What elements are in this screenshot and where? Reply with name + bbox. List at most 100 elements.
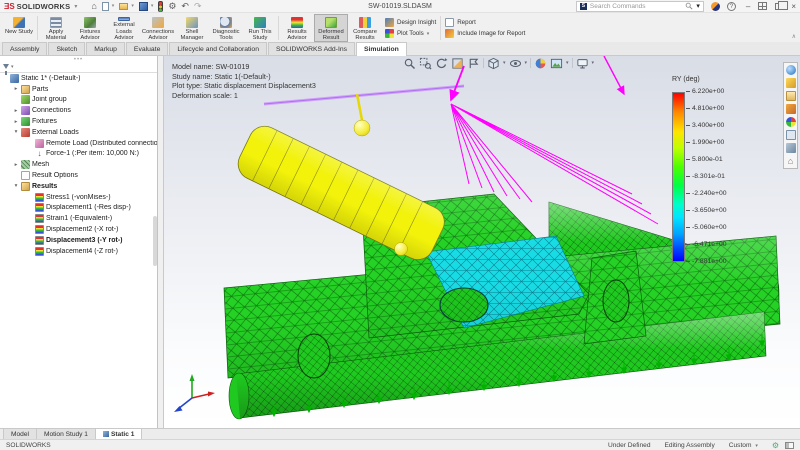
dropdown-icon[interactable]: ▾ <box>427 31 430 37</box>
panel-grip[interactable]: ••• <box>74 57 83 63</box>
tab-evaluate[interactable]: Evaluate <box>126 42 168 55</box>
tree-item-joint-group[interactable]: Joint group <box>0 95 157 106</box>
plot-tools-button[interactable]: Plot Tools ▾ <box>385 29 436 38</box>
home-icon[interactable]: ⌂ <box>91 2 96 11</box>
tree-item-results[interactable]: ▾ Results <box>0 181 157 192</box>
open-document-icon[interactable] <box>119 3 128 10</box>
expand-arrow[interactable]: ▸ <box>13 119 19 125</box>
expand-arrow[interactable]: ▾ <box>13 129 19 135</box>
simulation-study-icon <box>103 431 109 437</box>
tab-static-1[interactable]: Static 1 <box>96 429 142 439</box>
legend-value: 4.810e+00 <box>692 105 724 112</box>
tree-item-force[interactable]: ↓ Force-1 (:Per item: 10,000 N:) <box>0 149 157 160</box>
tree-item-study[interactable]: Static 1* (-Default-) <box>0 73 157 84</box>
tab-simulation[interactable]: Simulation <box>356 42 407 56</box>
tab-sketch[interactable]: Sketch <box>48 42 85 55</box>
tab-markup[interactable]: Markup <box>86 42 125 55</box>
fixtures-advisor-icon <box>84 17 96 28</box>
expand-arrow[interactable]: ▸ <box>13 86 19 92</box>
tree-item-mesh[interactable]: ▸ Mesh <box>0 159 157 170</box>
new-study-button[interactable]: New Study <box>2 14 36 42</box>
joint-group-icon <box>21 95 30 104</box>
redo-icon[interactable]: ↷ <box>194 2 202 11</box>
search-box[interactable]: S ▾ <box>576 1 704 12</box>
ribbon-collapse-icon[interactable]: ∧ <box>792 33 796 40</box>
options-gear-icon[interactable]: ⚙ <box>168 2 176 11</box>
tree-item-displacement2[interactable]: Displacement2 (-X rot-) <box>0 224 157 235</box>
tab-lifecycle-collaboration[interactable]: Lifecycle and Collaboration <box>169 42 267 55</box>
tree-item-displacement1[interactable]: Displacement1 (-Res disp-) <box>0 203 157 214</box>
run-this-study-button[interactable]: Run This Study <box>243 14 277 42</box>
graphics-viewport[interactable]: Model name: SW-01019 Study name: Static … <box>164 56 800 428</box>
tab-assembly[interactable]: Assembly <box>2 42 47 55</box>
tree-item-parts[interactable]: ▸ Parts <box>0 84 157 95</box>
search-dropdown-icon[interactable]: ▾ <box>696 2 700 10</box>
filter-icon[interactable] <box>3 64 9 69</box>
tree-item-remote-load[interactable]: Remote Load (Distributed connection)-1 (… <box>0 138 157 149</box>
view-palette-icon[interactable] <box>786 104 796 114</box>
minimize-button[interactable]: – <box>746 2 750 11</box>
tree-item-external-loads[interactable]: ▾ External Loads <box>0 127 157 138</box>
apply-material-button[interactable]: Apply Material <box>39 14 73 42</box>
simulation-ribbon: New Study Apply Material Fixtures Adviso… <box>0 13 800 42</box>
menu-expand-icon[interactable]: ▾ <box>74 3 77 10</box>
settings-icon[interactable]: ⚙ <box>772 441 779 450</box>
tree-item-result-options[interactable]: Result Options <box>0 170 157 181</box>
solidworks-resources-icon[interactable] <box>786 65 796 75</box>
results-advisor-button[interactable]: Results Advisor <box>280 14 314 42</box>
unit-system-selector[interactable]: Custom ▾ <box>729 442 758 449</box>
design-library-icon[interactable] <box>786 78 796 88</box>
expand-arrow[interactable]: ▸ <box>13 162 19 168</box>
deformed-result-button[interactable]: Deformed Result <box>314 14 348 42</box>
pack-and-go-icon[interactable] <box>786 143 796 153</box>
external-loads-advisor-icon <box>118 17 130 21</box>
shell-manager-button[interactable]: Shell Manager <box>175 14 209 42</box>
search-icon[interactable] <box>685 2 693 10</box>
results-folder-icon <box>21 182 30 191</box>
dropdown-icon[interactable]: ▾ <box>755 443 758 449</box>
include-image-for-report-button[interactable]: Include Image for Report <box>445 29 525 38</box>
connections-advisor-button[interactable]: Connections Advisor <box>141 14 175 42</box>
filter-dropdown-icon[interactable]: ▾ <box>11 64 14 70</box>
restore-window-button[interactable] <box>775 3 783 10</box>
compare-results-button[interactable]: Compare Results <box>348 14 382 42</box>
expand-arrow[interactable]: ▾ <box>13 183 19 189</box>
tree-item-connections[interactable]: ▸ Connections <box>0 105 157 116</box>
custom-properties-icon[interactable] <box>786 130 796 140</box>
status-left-text: SOLIDWORKS <box>6 442 51 449</box>
appearances-scenes-icon[interactable] <box>786 117 796 127</box>
home-icon[interactable]: ⌂ <box>786 156 796 166</box>
undo-icon[interactable]: ↶ <box>181 2 189 11</box>
force-icon: ↓ <box>35 149 44 158</box>
tree-item-displacement3[interactable]: Displacement3 (-Y rot-) <box>0 235 157 246</box>
report-button[interactable]: Report <box>445 18 525 27</box>
tab-solidworks-add-ins[interactable]: SOLIDWORKS Add-Ins <box>268 42 355 55</box>
help-icon[interactable]: ? <box>727 2 736 11</box>
fixtures-advisor-button[interactable]: Fixtures Advisor <box>73 14 107 42</box>
tab-model[interactable]: Model <box>3 429 37 439</box>
remote-load-axis <box>264 86 464 120</box>
tree-item-strain1[interactable]: Strain1 (-Equivalent-) <box>0 213 157 224</box>
tab-motion-study-1[interactable]: Motion Study 1 <box>37 429 96 439</box>
task-pane-toggle-icon[interactable] <box>785 442 794 449</box>
close-button[interactable]: × <box>791 2 796 11</box>
simulation-study-tree: ••• ▾ Static 1* (-Default-) ▸ Parts Join… <box>0 56 158 428</box>
rebuild-icon[interactable] <box>158 1 163 12</box>
model-part-cylinder[interactable] <box>233 121 450 265</box>
tree-item-displacement4[interactable]: Displacement4 (-Z rot-) <box>0 246 157 257</box>
search-input[interactable] <box>590 3 682 10</box>
design-insight-button[interactable]: Design Insight <box>385 18 436 27</box>
tree-item-stress1[interactable]: Stress1 (-vonMises-) <box>0 192 157 203</box>
save-icon[interactable] <box>139 2 148 11</box>
tree-scrollbar[interactable] <box>153 216 157 266</box>
orientation-triad <box>174 374 215 412</box>
user-avatar[interactable] <box>711 2 720 11</box>
diagnostic-tools-button[interactable]: Diagnostic Tools <box>209 14 243 42</box>
new-document-icon[interactable] <box>102 2 109 11</box>
file-explorer-icon[interactable] <box>786 91 796 101</box>
expand-arrow[interactable]: ▸ <box>13 108 19 114</box>
window-layout-icon[interactable] <box>758 2 767 10</box>
tree-item-fixtures[interactable]: ▸ Fixtures <box>0 116 157 127</box>
external-loads-advisor-button[interactable]: External Loads Advisor <box>107 14 141 42</box>
displacement-plot-icon <box>35 247 44 256</box>
